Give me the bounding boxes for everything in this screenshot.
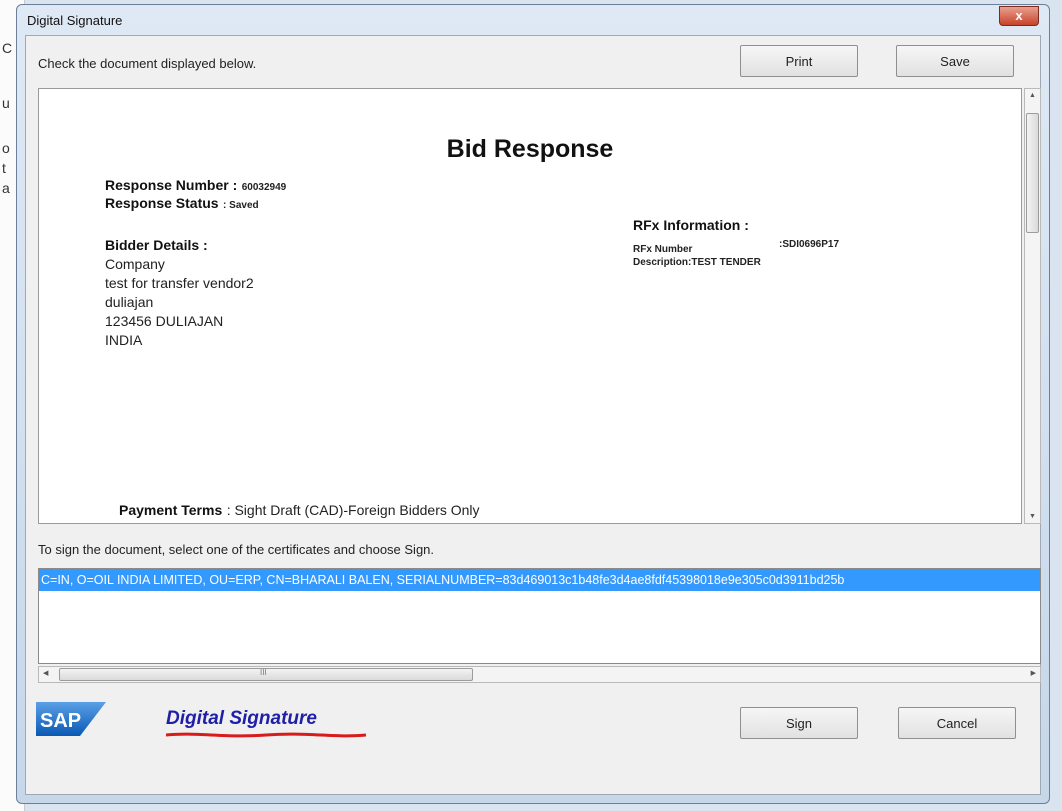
dialog-client-area: Check the document displayed below. Prin… (25, 35, 1041, 795)
rfx-number-row: RFx Number :SDI0696P17 (633, 239, 913, 257)
document-vertical-scrollbar[interactable]: ▲ ▼ (1024, 88, 1041, 524)
scroll-left-arrow-icon[interactable]: ◀ (43, 669, 48, 677)
response-number-label: Response Number : (105, 177, 238, 193)
sign-hint-text: To sign the document, select one of the … (38, 542, 435, 557)
document-title: Bid Response (446, 135, 614, 163)
scrollbar-thumb[interactable] (1026, 113, 1039, 233)
certificate-item-selected[interactable]: C=IN, O=OIL INDIA LIMITED, OU=ERP, CN=BH… (39, 569, 1040, 591)
sap-logo: SAP (36, 702, 106, 736)
print-button[interactable]: Print (740, 45, 858, 77)
scroll-up-arrow-icon[interactable]: ▲ (1029, 92, 1036, 99)
bidder-line: INDIA (105, 332, 143, 348)
digital-signature-logo-underline (166, 732, 366, 738)
sign-button[interactable]: Sign (740, 707, 858, 739)
bidder-line: Company (105, 256, 165, 272)
window-title: Digital Signature (27, 13, 123, 28)
response-status-label: Response Status (105, 195, 219, 211)
instruction-text: Check the document displayed below. (38, 56, 257, 71)
bidder-details-label: Bidder Details : (105, 237, 208, 253)
sap-logo-text: SAP (40, 710, 81, 732)
bidder-address: Company test for transfer vendor2 duliaj… (105, 255, 254, 350)
scrollbar-thumb[interactable]: III (59, 668, 473, 681)
scroll-down-arrow-icon[interactable]: ▼ (1029, 513, 1036, 520)
certificate-horizontal-scrollbar[interactable]: ◀ III ▶ (38, 666, 1041, 683)
response-number-row: Response Number : 60032949 (105, 177, 286, 195)
payment-terms-label: Payment Terms (119, 502, 223, 518)
bidder-line: test for transfer vendor2 (105, 275, 254, 291)
payment-terms-value: : Sight Draft (CAD)-Foreign Bidders Only (226, 502, 480, 518)
cancel-button[interactable]: Cancel (898, 707, 1016, 739)
digital-signature-logo: Digital Signature (166, 708, 317, 729)
close-button[interactable]: x (999, 6, 1039, 26)
bidder-line: duliajan (105, 294, 154, 310)
title-bar[interactable]: Digital Signature x (17, 5, 1049, 35)
rfx-number-label: RFx Number (633, 244, 693, 255)
document-preview[interactable]: Bid Response Response Number : 60032949 … (38, 88, 1022, 524)
rfx-information-label: RFx Information : (633, 217, 749, 233)
response-number-value: 60032949 (241, 182, 287, 193)
bidder-line: 123456 DULIAJAN (105, 313, 224, 329)
rfx-number-value: :SDI0696P17 (779, 239, 840, 250)
response-status-value: : Saved (223, 200, 259, 211)
rfx-description: Description:TEST TENDER (633, 257, 761, 268)
certificate-list[interactable]: C=IN, O=OIL INDIA LIMITED, OU=ERP, CN=BH… (38, 568, 1041, 664)
response-status-row: Response Status : Saved (105, 195, 259, 213)
scrollbar-grip-icon: III (260, 668, 267, 677)
scroll-right-arrow-icon[interactable]: ▶ (1031, 669, 1036, 677)
payment-terms-row: Payment Terms : Sight Draft (CAD)-Foreig… (119, 501, 480, 520)
save-button[interactable]: Save (896, 45, 1014, 77)
digital-signature-dialog: Digital Signature x Check the document d… (16, 4, 1050, 804)
